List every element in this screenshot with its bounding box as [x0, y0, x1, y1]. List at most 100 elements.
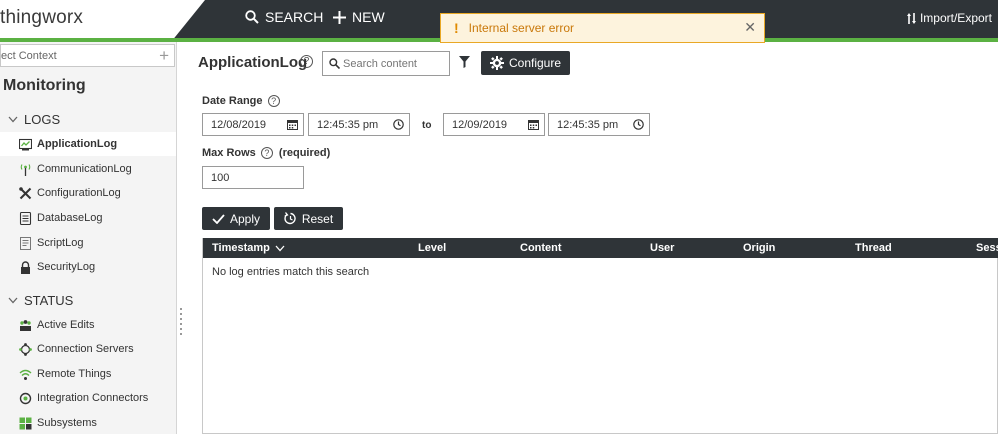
application-log-icon [19, 138, 32, 150]
sidebar-item-integration-connectors[interactable]: Integration Connectors [0, 386, 176, 410]
sidebar-item-communicationlog[interactable]: CommunicationLog [0, 157, 176, 181]
context-placeholder: ect Context [1, 50, 57, 62]
sidebar-item-label: SecurityLog [37, 261, 96, 273]
sidebar-item-label: Active Edits [37, 319, 95, 331]
help-icon[interactable]: ? [267, 95, 280, 108]
group-logs[interactable]: LOGS [8, 112, 60, 127]
column-origin[interactable]: Origin [743, 242, 775, 254]
column-session[interactable]: Sess [976, 242, 998, 254]
chevron-down-icon [8, 297, 18, 304]
end-date-field[interactable]: 12/09/2019 [443, 113, 545, 136]
lock-icon [21, 260, 30, 274]
sidebar-item-label: Connection Servers [37, 343, 134, 355]
start-date-field[interactable]: 12/08/2019 [202, 113, 304, 136]
column-thread[interactable]: Thread [855, 242, 892, 254]
search-icon [245, 10, 259, 24]
toast-message: Internal server error [468, 21, 575, 35]
context-selector[interactable]: ect Context + [0, 44, 175, 67]
start-time-field[interactable]: 12:45:35 pm [308, 113, 410, 136]
import-export-button[interactable]: Import/Export [906, 11, 992, 25]
search-input[interactable] [343, 57, 443, 70]
apply-button[interactable]: Apply [202, 207, 270, 230]
table-header: Timestamp Level Content User Origin Thre… [203, 238, 998, 258]
grid-icon [19, 417, 32, 429]
script-icon [20, 236, 31, 250]
column-user[interactable]: User [650, 242, 674, 254]
column-timestamp[interactable]: Timestamp [212, 242, 285, 254]
exclamation-icon: ! [454, 20, 459, 36]
sidebar-splitter[interactable] [179, 305, 183, 345]
to-label: to [422, 120, 432, 131]
max-rows-input[interactable]: 100 [202, 166, 304, 189]
max-rows-value: 100 [211, 171, 230, 184]
sidebar-item-label: CommunicationLog [37, 163, 132, 175]
max-rows-text: Max Rows [202, 147, 256, 159]
chevron-down-icon [275, 245, 285, 252]
sidebar-item-label: ConfigurationLog [37, 187, 121, 199]
help-icon[interactable]: ? [300, 55, 313, 68]
configure-button[interactable]: Configure [481, 51, 570, 75]
logo[interactable]: thingworx [0, 7, 83, 29]
close-icon[interactable]: ✕ [744, 19, 756, 36]
import-export-label: Import/Export [919, 11, 992, 25]
sidebar-item-label: DatabaseLog [37, 212, 103, 224]
sidebar-item-databaselog[interactable]: DatabaseLog [0, 206, 176, 230]
group-status[interactable]: STATUS [8, 293, 73, 308]
end-date-value: 12/09/2019 [452, 118, 508, 131]
users-icon [20, 319, 31, 331]
new-label: NEW [352, 9, 385, 25]
add-context-icon[interactable]: + [159, 46, 169, 66]
sidebar-item-configurationlog[interactable]: ConfigurationLog [0, 181, 176, 205]
filter-icon[interactable] [459, 56, 470, 68]
search-content-box[interactable] [322, 51, 450, 76]
logo-area: thingworx [0, 0, 205, 38]
configure-label: Configure [508, 56, 562, 70]
start-time-value: 12:45:35 pm [317, 118, 379, 131]
tools-icon [19, 186, 32, 199]
search-button[interactable]: SEARCH [245, 9, 323, 25]
sidebar-item-label: Remote Things [37, 368, 112, 380]
sidebar-item-scriptlog[interactable]: ScriptLog [0, 231, 176, 255]
clock-icon[interactable] [633, 119, 644, 130]
section-title: Monitoring [3, 77, 86, 94]
sidebar-item-connection-servers[interactable]: Connection Servers [0, 337, 176, 361]
end-time-value: 12:45:35 pm [557, 118, 619, 131]
column-label: Timestamp [212, 242, 270, 254]
reset-label: Reset [301, 211, 334, 226]
date-range-label: Date Range ? [202, 95, 280, 108]
sidebar: ect Context + Monitoring LOGS Applicatio… [0, 42, 177, 434]
sidebar-item-applicationlog[interactable]: ApplicationLog [0, 132, 176, 156]
required-text: (required) [278, 147, 331, 159]
sync-icon [19, 392, 32, 404]
page-title: ApplicationLog [198, 54, 308, 71]
sidebar-item-remote-things[interactable]: Remote Things [0, 362, 176, 386]
reset-icon [284, 212, 296, 225]
wifi-icon [19, 369, 32, 380]
sidebar-item-subsystems[interactable]: Subsystems [0, 411, 176, 435]
chevron-down-icon [8, 116, 18, 123]
sidebar-item-active-edits[interactable]: Active Edits [0, 313, 176, 337]
error-toast: ! Internal server error ✕ [440, 13, 765, 43]
sidebar-item-securitylog[interactable]: SecurityLog [0, 255, 176, 279]
reset-button[interactable]: Reset [274, 207, 343, 230]
log-table: Timestamp Level Content User Origin Thre… [202, 238, 998, 434]
sort-arrows-icon [906, 12, 916, 24]
date-range-text: Date Range [202, 95, 263, 107]
calendar-icon[interactable] [287, 119, 298, 130]
antenna-icon [20, 163, 31, 176]
help-icon[interactable]: ? [260, 147, 273, 160]
column-level[interactable]: Level [418, 242, 446, 254]
check-icon [212, 213, 225, 224]
calendar-icon[interactable] [528, 119, 539, 130]
column-content[interactable]: Content [520, 242, 562, 254]
max-rows-label: Max Rows ? (required) [202, 147, 331, 160]
end-time-field[interactable]: 12:45:35 pm [548, 113, 650, 136]
start-date-value: 12/08/2019 [211, 118, 267, 131]
new-button[interactable]: NEW [333, 9, 385, 25]
apply-label: Apply [229, 211, 261, 226]
empty-message: No log entries match this search [212, 266, 370, 278]
gear-icon [489, 56, 504, 70]
sidebar-item-label: ApplicationLog [37, 138, 118, 150]
search-label: SEARCH [265, 9, 324, 25]
clock-icon[interactable] [393, 119, 404, 130]
